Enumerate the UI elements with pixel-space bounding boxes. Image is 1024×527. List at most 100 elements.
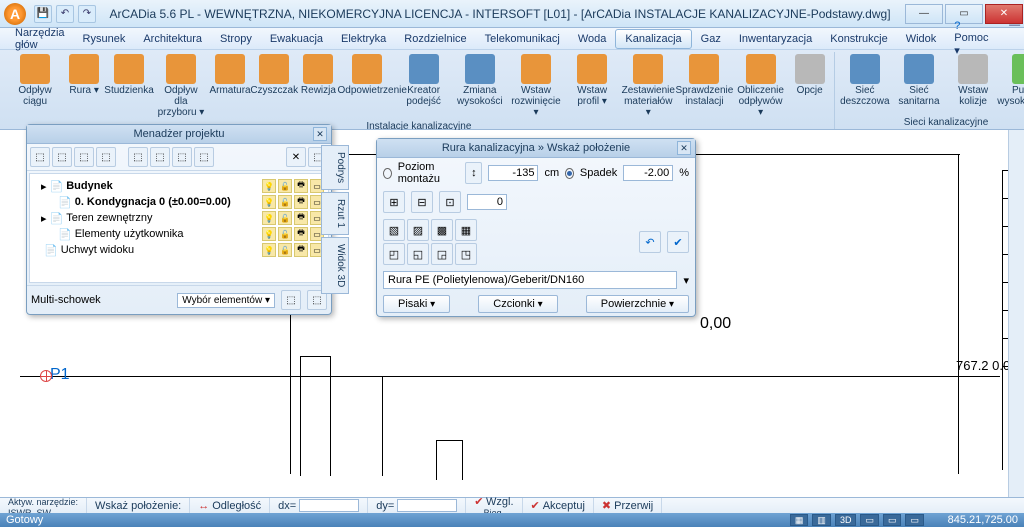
toolbar-button[interactable]: ⬚ (52, 147, 72, 167)
menu-stropy[interactable]: Stropy (211, 30, 261, 48)
spadek-radio[interactable] (565, 168, 574, 179)
panel-close-icon[interactable]: ✕ (313, 127, 327, 141)
toolbar-button[interactable]: ⬚ (96, 147, 116, 167)
menu-inwentaryzacja[interactable]: Inwentaryzacja (730, 30, 821, 48)
sb-button[interactable]: ▦ (790, 514, 809, 526)
menu-rysunek[interactable]: Rysunek (74, 30, 135, 48)
level-icon[interactable]: ↕ (465, 162, 482, 184)
ribbon-button[interactable]: Czyszczak (252, 52, 296, 120)
print-icon[interactable]: 🖶 (294, 227, 308, 241)
sb-3d-button[interactable]: 3D (835, 514, 857, 526)
ribbon-button[interactable]: Kreator podejść (397, 52, 451, 120)
tree-row[interactable]: ▸📄Budynek💡🔓🖶▭ (34, 178, 324, 194)
ribbon-button[interactable]: Rewizja (298, 52, 338, 120)
lock-icon[interactable]: 🔓 (278, 243, 292, 257)
tool-icon[interactable]: ▩ (431, 219, 453, 241)
toolbar-button[interactable]: ⬚ (74, 147, 94, 167)
zero-input[interactable] (467, 194, 507, 210)
print-icon[interactable]: 🖶 (294, 195, 308, 209)
dx-input[interactable] (299, 499, 359, 512)
tree-row[interactable]: 📄Elementy użytkownika💡🔓🖶▭ (34, 226, 324, 242)
check-icon[interactable]: ✔ (474, 496, 483, 508)
menu-rozdzielnice[interactable]: Rozdzielnice (395, 30, 475, 48)
menu-kanalizacja[interactable]: Kanalizacja (615, 29, 691, 49)
tool-icon[interactable]: ◰ (383, 243, 405, 265)
menu-telekom[interactable]: Telekomunikacj (476, 30, 569, 48)
sb-button[interactable]: ▭ (905, 514, 924, 526)
lock-icon[interactable]: 🔓 (278, 227, 292, 241)
wybor-elementow-combo[interactable]: Wybór elementów ▾ (177, 293, 275, 308)
menu-architektura[interactable]: Architektura (134, 30, 211, 48)
menu-gaz[interactable]: Gaz (692, 30, 730, 48)
ribbon-button[interactable]: Sieć sanitarna (893, 52, 945, 109)
accept-icon[interactable]: ✔ (531, 499, 540, 512)
toolbar-button[interactable]: ⬚ (128, 147, 148, 167)
tool-icon[interactable]: ⊞ (383, 191, 405, 213)
tool-icon[interactable]: ◲ (431, 243, 453, 265)
dy-input[interactable] (397, 499, 457, 512)
ribbon-button[interactable]: Wstaw rozwinięcie ▾ (509, 52, 563, 120)
toolbar-button[interactable]: ⬚ (150, 147, 170, 167)
undo-icon[interactable]: ↶ (639, 231, 661, 253)
side-tab-widok3d[interactable]: Widok 3D (321, 237, 349, 294)
ribbon-button[interactable]: Zestawienie materiałów ▾ (621, 52, 675, 120)
lock-icon[interactable]: 🔓 (278, 179, 292, 193)
mdi-minimize-icon[interactable]: — (1008, 17, 1021, 33)
distance-icon[interactable]: ↔ (198, 500, 209, 512)
toolbar-button[interactable]: ⬚ (194, 147, 214, 167)
spadek-input[interactable] (623, 165, 673, 181)
ribbon-button[interactable]: Wstaw profil ▾ (565, 52, 619, 120)
ribbon-button[interactable]: Rura ▾ (64, 52, 104, 120)
bulb-icon[interactable]: 💡 (262, 211, 276, 225)
sb-button[interactable]: ▭ (883, 514, 902, 526)
minimize-button[interactable]: — (905, 4, 943, 24)
poziom-input[interactable] (488, 165, 538, 181)
tool-icon[interactable]: ▧ (383, 219, 405, 241)
tree-expand-icon[interactable]: ▸ (41, 180, 47, 193)
app-icon[interactable]: A (4, 3, 26, 25)
tree-row[interactable]: 📄Uchwyt widoku💡🔓🖶▭ (34, 242, 324, 258)
cancel-icon[interactable]: ✖ (602, 499, 611, 512)
ribbon-button[interactable]: Odpływ ciągu (8, 52, 62, 120)
sb-button[interactable]: ▭ (860, 514, 879, 526)
menu-widok[interactable]: Widok (897, 30, 946, 48)
tool-icon[interactable]: ◱ (407, 243, 429, 265)
poziom-radio[interactable] (383, 168, 392, 179)
menu-narzedzia[interactable]: Narzędzia głów (6, 24, 74, 54)
ribbon-button[interactable]: Wstaw kolizje (947, 52, 999, 109)
footer-button[interactable]: ⬚ (281, 290, 301, 310)
tree-row[interactable]: ▸📄Teren zewnętrzny💡🔓🖶▭ (34, 210, 324, 226)
bulb-icon[interactable]: 💡 (262, 243, 276, 257)
powierzchnie-button[interactable]: Powierzchnie ▾ (586, 295, 689, 313)
print-icon[interactable]: 🖶 (294, 211, 308, 225)
tool-icon[interactable]: ▨ (407, 219, 429, 241)
chevron-down-icon[interactable]: ▾ (683, 274, 689, 287)
toolbar-button[interactable]: ⬚ (172, 147, 192, 167)
akceptuj-label[interactable]: Akceptuj (543, 500, 585, 512)
side-tab-rzut1[interactable]: Rzut 1 (321, 192, 349, 235)
pipe-description-input[interactable] (383, 271, 677, 289)
bulb-icon[interactable]: 💡 (262, 227, 276, 241)
menu-woda[interactable]: Woda (569, 30, 616, 48)
tool-icon[interactable]: ▦ (455, 219, 477, 241)
ribbon-button[interactable]: Studzienka (106, 52, 152, 120)
ribbon-button[interactable]: Odpływ dla przyboru ▾ (154, 52, 208, 120)
ribbon-button[interactable]: Odpowietrzenie (340, 52, 394, 120)
lock-icon[interactable]: 🔓 (278, 195, 292, 209)
toolbar-button[interactable]: ✕ (286, 147, 306, 167)
print-icon[interactable]: 🖶 (294, 243, 308, 257)
tool-icon[interactable]: ⊟ (411, 191, 433, 213)
sb-button[interactable]: ▥ (812, 514, 831, 526)
tool-icon[interactable]: ⊡ (439, 191, 461, 213)
menu-elektryka[interactable]: Elektryka (332, 30, 395, 48)
menu-konstrukcje[interactable]: Konstrukcje (821, 30, 896, 48)
toolbar-button[interactable]: ⬚ (30, 147, 50, 167)
bulb-icon[interactable]: 💡 (262, 179, 276, 193)
ribbon-button[interactable]: Armatura (210, 52, 250, 120)
tool-icon[interactable]: ◳ (455, 243, 477, 265)
bulb-icon[interactable]: 💡 (262, 195, 276, 209)
panel-title[interactable]: Rura kanalizacyjna » Wskaż położenie ✕ (377, 139, 695, 158)
side-tab-podrys[interactable]: Podrys (321, 145, 349, 190)
redo-icon[interactable]: ↷ (78, 5, 96, 23)
print-icon[interactable]: 🖶 (294, 179, 308, 193)
